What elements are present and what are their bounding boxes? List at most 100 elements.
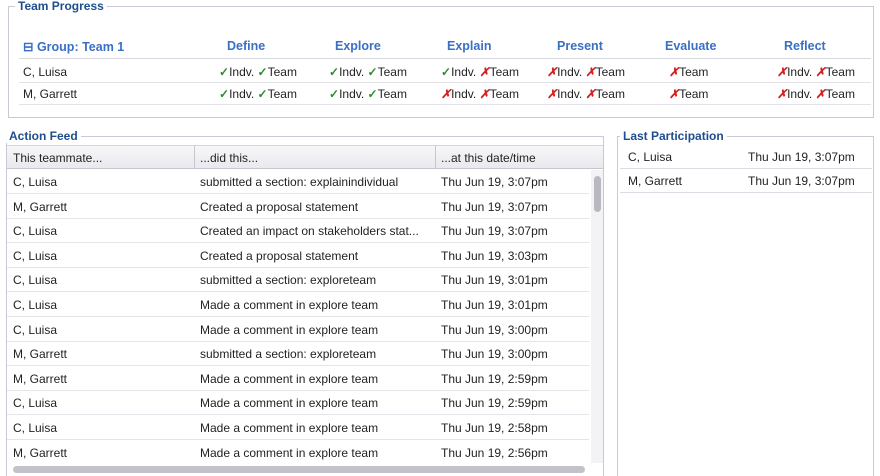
last-participation-panel: Last Participation C, Luisa Thu Jun 19, 3… xyxy=(617,129,874,476)
table-row[interactable]: M, Garrett Made a comment in explore team… xyxy=(7,441,589,463)
progress-cell: ✗Team xyxy=(669,65,708,79)
status-label: Team xyxy=(825,87,855,101)
progress-cell: ✓Indv. ✓Team xyxy=(219,87,297,101)
feed-datetime: Thu Jun 19, 3:00pm xyxy=(441,322,548,337)
table-row[interactable]: C, Luisa Created a proposal statement Thu … xyxy=(7,244,589,268)
feed-action: Made a comment in explore team xyxy=(200,396,379,411)
table-row[interactable]: M, Garrett submitted a section: explorete… xyxy=(7,342,589,367)
cross-icon: ✗ xyxy=(479,87,490,101)
table-row[interactable]: C, Luisa Made a comment in explore team Th… xyxy=(7,318,589,342)
status-label: Team xyxy=(267,87,297,101)
header-teammate[interactable]: This teammate... xyxy=(13,151,102,165)
feed-teammate: M, Garrett xyxy=(13,199,68,214)
status-label: Indv. xyxy=(451,65,477,79)
table-row[interactable]: C, Luisa submitted a section: explainindi… xyxy=(7,170,589,194)
feed-action: Made a comment in explore team xyxy=(200,421,379,435)
progress-cell: ✗Indv. ✗Team xyxy=(547,87,625,101)
status-label: Team xyxy=(377,87,407,101)
participant-name: M, Garrett xyxy=(628,174,683,188)
table-row[interactable]: C, Luisa submitted a section: exploreteam… xyxy=(7,268,589,293)
list-item[interactable]: C, Luisa Thu Jun 19, 3:07pm xyxy=(620,145,872,169)
action-feed-panel: Action Feed This teammate... ...did this… xyxy=(6,129,604,476)
status-label: Indv. xyxy=(229,65,255,79)
cross-icon: ✗ xyxy=(547,87,558,101)
table-row[interactable]: M, Garrett Made a comment in explore team… xyxy=(7,367,589,391)
feed-action: submitted a section: explainindividual xyxy=(200,175,399,189)
feed-teammate: C, Luisa xyxy=(13,396,58,411)
status-label: Indv. xyxy=(451,87,477,101)
table-row[interactable]: C, Luisa Created an impact on stakeholder… xyxy=(7,219,589,244)
progress-cell: ✗Indv. ✗Team xyxy=(441,87,519,101)
feed-datetime: Thu Jun 19, 3:01pm xyxy=(441,298,548,312)
header-datetime[interactable]: ...at this date/time xyxy=(441,151,536,165)
feed-teammate: C, Luisa xyxy=(13,175,58,189)
status-label: Indv. xyxy=(787,87,813,101)
feed-datetime: Thu Jun 19, 3:03pm xyxy=(441,248,548,263)
check-icon: ✓ xyxy=(257,87,268,101)
progress-row: C, Luisa ✓Indv. ✓Team ✓Indv. ✓Team ✓Indv. ✗… xyxy=(19,61,871,83)
feed-action: submitted a section: exploreteam xyxy=(200,347,377,362)
feed-teammate: C, Luisa xyxy=(13,421,58,435)
action-feed-list[interactable]: C, Luisa submitted a section: explainindi… xyxy=(7,170,589,463)
feed-action: Created a proposal statement xyxy=(200,199,359,214)
status-label: Team xyxy=(489,65,519,79)
action-feed-header: This teammate... ...did this... ...at th… xyxy=(7,145,603,169)
feed-action: submitted a section: exploreteam xyxy=(200,273,377,288)
progress-cell: ✗Indv. ✗Team xyxy=(777,65,855,79)
column-explore: Explore xyxy=(335,39,381,53)
cross-icon: ✗ xyxy=(585,87,596,101)
feed-teammate: C, Luisa xyxy=(13,298,58,312)
status-label: Indv. xyxy=(339,87,365,101)
column-separator[interactable] xyxy=(194,146,195,169)
table-row[interactable]: C, Luisa Made a comment in explore team Th… xyxy=(7,293,589,317)
progress-cell: ✓Indv. ✓Team xyxy=(219,65,297,79)
table-row[interactable]: C, Luisa Made a comment in explore team Th… xyxy=(7,416,589,440)
status-label: Indv. xyxy=(229,87,255,101)
status-label: Team xyxy=(267,65,297,79)
check-icon: ✓ xyxy=(367,65,378,79)
feed-action: Made a comment in explore team xyxy=(200,322,379,337)
list-item[interactable]: M, Garrett Thu Jun 19, 3:07pm xyxy=(620,169,872,193)
status-label: Team xyxy=(825,65,855,79)
status-label: Team xyxy=(595,87,625,101)
feed-teammate: M, Garrett xyxy=(13,445,68,460)
feed-datetime: Thu Jun 19, 2:59pm xyxy=(441,396,548,411)
check-icon: ✓ xyxy=(441,65,452,79)
feed-action: Made a comment in explore team xyxy=(200,445,379,460)
column-present: Present xyxy=(557,39,603,53)
cross-icon: ✗ xyxy=(815,87,826,101)
check-icon: ✓ xyxy=(257,65,268,79)
status-label: Indv. xyxy=(557,87,583,101)
participant-name: C, Luisa xyxy=(628,150,673,164)
last-participation-title: Last Participation xyxy=(620,129,727,143)
header-action[interactable]: ...did this... xyxy=(200,151,258,165)
horizontal-scrollbar[interactable] xyxy=(9,464,589,474)
feed-action: Made a comment in explore team xyxy=(200,298,379,312)
horizontal-scroll-thumb[interactable] xyxy=(13,466,585,473)
column-reflect: Reflect xyxy=(784,39,826,53)
feed-datetime: Thu Jun 19, 3:07pm xyxy=(441,175,548,189)
progress-cell: ✗Indv. ✗Team xyxy=(547,65,625,79)
check-icon: ✓ xyxy=(367,87,378,101)
feed-teammate: M, Garrett xyxy=(13,371,68,386)
participant-time: Thu Jun 19, 3:07pm xyxy=(748,174,855,188)
column-define: Define xyxy=(227,39,266,53)
vertical-scrollbar[interactable] xyxy=(591,170,603,463)
team-progress-panel: Team Progress ⊟ Group: Team 1 Define Exp… xyxy=(8,0,874,118)
group-toggle[interactable]: ⊟ Group: Team 1 xyxy=(23,39,124,54)
feed-teammate: C, Luisa xyxy=(13,322,58,337)
cross-icon: ✗ xyxy=(547,65,558,79)
table-row[interactable]: C, Luisa Made a comment in explore team Th… xyxy=(7,391,589,416)
feed-datetime: Thu Jun 19, 3:00pm xyxy=(441,347,548,362)
column-separator[interactable] xyxy=(435,146,436,169)
feed-datetime: Thu Jun 19, 3:07pm xyxy=(441,199,548,214)
feed-datetime: Thu Jun 19, 2:56pm xyxy=(441,445,548,460)
progress-row: M, Garrett ✓Indv. ✓Team ✓Indv. ✓Team ✗Indv.… xyxy=(19,83,871,105)
participant-time: Thu Jun 19, 3:07pm xyxy=(748,150,855,164)
table-row[interactable]: M, Garrett Created a proposal statement Th… xyxy=(7,195,589,219)
vertical-scroll-thumb[interactable] xyxy=(594,176,601,212)
feed-action: Made a comment in explore team xyxy=(200,371,379,386)
cross-icon: ✗ xyxy=(777,87,788,101)
status-label: Team xyxy=(595,65,625,79)
feed-datetime: Thu Jun 19, 3:07pm xyxy=(441,224,548,239)
